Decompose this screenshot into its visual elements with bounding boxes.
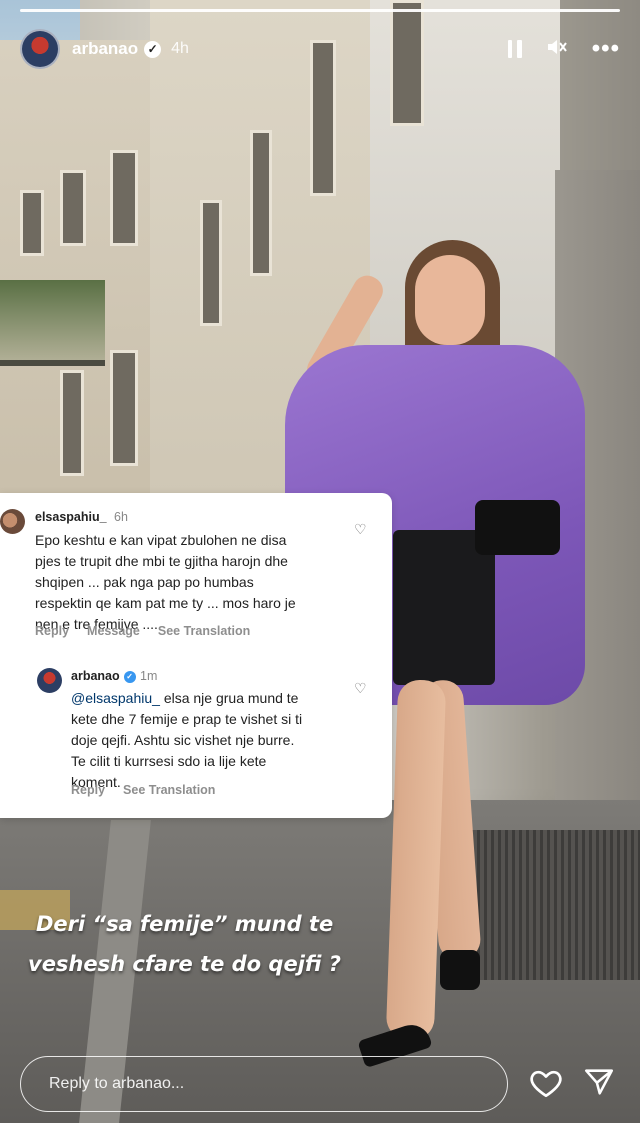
window <box>110 350 138 466</box>
window <box>200 200 222 326</box>
sandal-back <box>440 950 480 990</box>
reply-text: @elsaspahiu_ elsa nje grua mund te kete … <box>71 688 302 793</box>
comment-line: pjes te trupit dhe mbi te gjitha harojn … <box>35 553 288 569</box>
reply-input[interactable] <box>47 1074 481 1094</box>
window <box>110 150 138 246</box>
pause-icon[interactable] <box>507 40 522 58</box>
heart-icon[interactable]: ♡ <box>354 680 367 697</box>
mute-icon[interactable] <box>546 37 568 61</box>
story-viewer: arbanao ✓ 4h ••• elsaspahiu_ 6h ♡ Epo ke… <box>0 0 640 1123</box>
comment-text: Epo keshtu e kan vipat zbulohen ne disa … <box>35 530 296 635</box>
window <box>250 130 272 276</box>
verified-badge-icon: ✓ <box>144 40 162 58</box>
comment-line: respektin qe kam pat me ty ... mos haro … <box>35 595 296 611</box>
heart-icon[interactable] <box>528 1065 564 1101</box>
reply-bar[interactable] <box>20 1056 508 1112</box>
verified-badge-icon: ✓ <box>123 670 136 683</box>
more-icon[interactable]: ••• <box>592 37 620 61</box>
ventilation-grate <box>470 830 640 980</box>
see-translation-button[interactable]: See Translation <box>158 624 250 638</box>
story-username[interactable]: arbanao <box>72 39 138 59</box>
comment-username[interactable]: elsaspahiu_ <box>35 510 107 524</box>
comment-actions: Reply Message See Translation <box>35 624 250 638</box>
comment-line: kete dhe 7 femije e prap te vishet si ti <box>71 711 303 727</box>
caption-line-2: veshesh cfare te do qejfi ? <box>28 952 341 976</box>
story-controls: ••• <box>507 37 620 61</box>
caption-line-1: Deri “sa femije” mund te <box>36 912 334 936</box>
message-button[interactable]: Message <box>87 624 140 638</box>
comment-line: Te cilit ti kurrsesi sdo ia lije kete <box>71 753 267 769</box>
reply-time: 1m <box>140 669 158 683</box>
comment-line: Epo keshtu e kan vipat zbulohen ne disa <box>35 532 287 548</box>
window <box>60 170 86 246</box>
avatar[interactable] <box>20 29 60 69</box>
avatar[interactable] <box>37 668 62 693</box>
reply-username-text: arbanao <box>71 669 120 683</box>
comment-line: doje qejfi. Ashtu sic vishet nje burre. <box>71 732 295 748</box>
woman-face <box>415 255 485 345</box>
window <box>20 190 44 256</box>
window <box>60 370 84 476</box>
send-icon[interactable] <box>582 1065 616 1099</box>
story-header: arbanao ✓ 4h ••• <box>20 28 620 70</box>
story-progress-bar <box>20 9 620 12</box>
comment-line-text: elsa nje grua mund te <box>159 690 299 706</box>
avatar[interactable] <box>0 509 25 534</box>
comment-card: elsaspahiu_ 6h ♡ Epo keshtu e kan vipat … <box>0 493 392 818</box>
heart-icon[interactable]: ♡ <box>354 521 367 538</box>
reply-username[interactable]: arbanao ✓ <box>71 669 136 683</box>
comment-line: shqipen ... pak nga pap po humbas <box>35 574 254 590</box>
comment-time: 6h <box>114 510 128 524</box>
reply-button[interactable]: Reply <box>35 624 69 638</box>
reply-button[interactable]: Reply <box>71 783 105 797</box>
comment-line: @elsaspahiu_ elsa nje grua mund te <box>71 688 302 709</box>
story-time: 4h <box>171 40 189 57</box>
reply-actions: Reply See Translation <box>71 783 215 797</box>
black-handbag <box>475 500 560 555</box>
mention-link[interactable]: @elsaspahiu_ <box>71 690 160 706</box>
balcony <box>0 280 105 366</box>
see-translation-button[interactable]: See Translation <box>123 783 215 797</box>
